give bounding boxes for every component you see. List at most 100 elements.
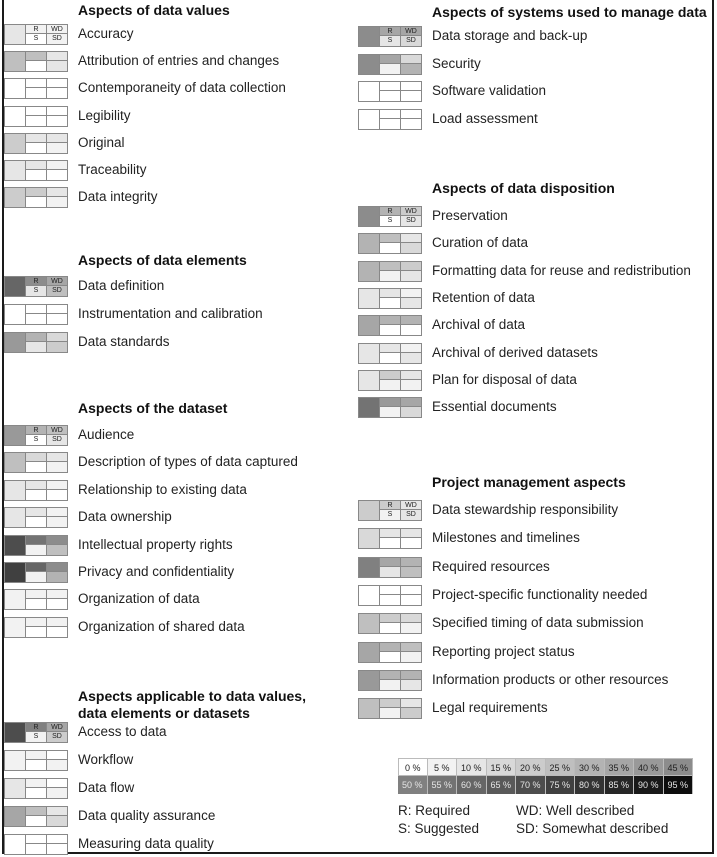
cell-r (380, 642, 401, 652)
cell-overall (359, 614, 380, 634)
rating-box (4, 750, 68, 771)
cell-r (26, 79, 47, 89)
cell-sd (47, 489, 67, 500)
cell-wd (47, 305, 67, 314)
cell-wd: WD (47, 277, 67, 286)
rating-box: R S WD SD (358, 26, 422, 47)
cell-sd (401, 594, 421, 605)
cell-wd (47, 617, 67, 627)
cell-s (26, 170, 47, 180)
cell-overall (5, 535, 26, 555)
rating-box (358, 342, 422, 364)
cell-r: R (26, 277, 47, 286)
cell-overall (5, 305, 26, 324)
cell-s (380, 407, 401, 418)
cell-r (26, 751, 47, 760)
cell-sd (47, 142, 67, 153)
cell-label-sd: SD (406, 511, 416, 518)
rating-box: R S WD SD (358, 500, 422, 521)
cell-s (380, 118, 401, 129)
cell-s (380, 63, 401, 74)
cell-sd (401, 297, 421, 308)
legend-scale-cell: 80 % (575, 776, 605, 794)
cell-wd (47, 133, 67, 143)
item-label: Formatting data for reuse and redistribu… (432, 262, 691, 278)
cell-overall (359, 501, 380, 520)
cell-r (380, 316, 401, 326)
rating-box (358, 260, 422, 282)
cell-s (380, 594, 401, 605)
cell-overall (359, 585, 380, 605)
rating-box (358, 287, 422, 309)
item-label: Organization of data (78, 591, 200, 607)
cell-wd: WD (47, 25, 67, 34)
cell-overall (5, 333, 26, 352)
cell-r (380, 234, 401, 244)
cell-wd (401, 234, 421, 244)
cell-sd (401, 708, 421, 719)
legend-scale-cell: 55 % (427, 776, 457, 794)
cell-sd (47, 572, 67, 582)
section-title: Aspects of data disposition (432, 180, 615, 196)
rating-box: R S WD SD (4, 722, 68, 743)
cell-label-wd: WD (51, 724, 63, 731)
item-label: Required resources (432, 558, 550, 574)
cell-s (380, 538, 401, 549)
cell-sd (401, 407, 421, 418)
section-title: Aspects of the dataset (78, 400, 228, 416)
cell-r (380, 54, 401, 64)
cell-label-r: R (387, 208, 393, 215)
rating-box (4, 589, 68, 611)
cell-overall (5, 779, 26, 798)
cell-overall (359, 207, 380, 226)
item-label: Specified timing of data submission (432, 615, 644, 631)
cell-s (26, 142, 47, 153)
section-title: Aspects of data elements (78, 252, 247, 268)
cell-sd (47, 115, 67, 126)
cell-s (26, 599, 47, 610)
cell-wd (47, 751, 67, 760)
cell-s (26, 61, 47, 72)
cell-label-sd: SD (406, 37, 416, 44)
legend-scale-cell: 75 % (545, 776, 575, 794)
cell-overall (5, 723, 26, 742)
cell-label-r: R (387, 28, 393, 35)
rating-box (358, 556, 422, 578)
item-label: Organization of shared data (78, 618, 245, 634)
cell-sd: SD (47, 286, 67, 296)
rating-box (358, 53, 422, 75)
legend-scale-cell: 10 % (457, 758, 487, 776)
cell-r: R (26, 723, 47, 732)
cell-overall (5, 133, 26, 153)
cell-label-s: S (387, 511, 393, 518)
cell-s (26, 115, 47, 126)
cell-label-s: S (387, 217, 393, 224)
rating-box (4, 562, 68, 583)
legend-wd: WD: Well described (516, 803, 635, 818)
cell-label-s: S (33, 287, 39, 294)
legend-scale-cell: 35 % (604, 758, 634, 776)
cell-wd (47, 188, 67, 198)
cell-sd (401, 325, 421, 336)
cell-s (26, 462, 47, 473)
legend-scale-cell: 20 % (516, 758, 546, 776)
item-label: Original (78, 134, 125, 150)
cell-sd (401, 352, 421, 363)
rating-box: R S WD SD (358, 206, 422, 227)
cell-overall (5, 52, 26, 72)
cell-r (26, 453, 47, 463)
cell-s (380, 708, 401, 719)
rating-box (4, 507, 68, 529)
cell-r (380, 109, 401, 119)
legend-scale-bottom: 50 % 55 % 60 % 65 % 70 % 75 % 80 % 85 % 90 % 95 % (398, 776, 693, 794)
item-label: Data integrity (78, 189, 158, 205)
cell-sd: SD (47, 34, 67, 44)
cell-label-s: S (33, 35, 39, 42)
cell-sd (47, 61, 67, 72)
cell-r: R (26, 426, 47, 435)
rating-box (358, 397, 422, 419)
cell-wd (401, 699, 421, 709)
item-label: Traceability (78, 162, 147, 177)
cell-s (380, 679, 401, 690)
rating-box (358, 613, 422, 635)
